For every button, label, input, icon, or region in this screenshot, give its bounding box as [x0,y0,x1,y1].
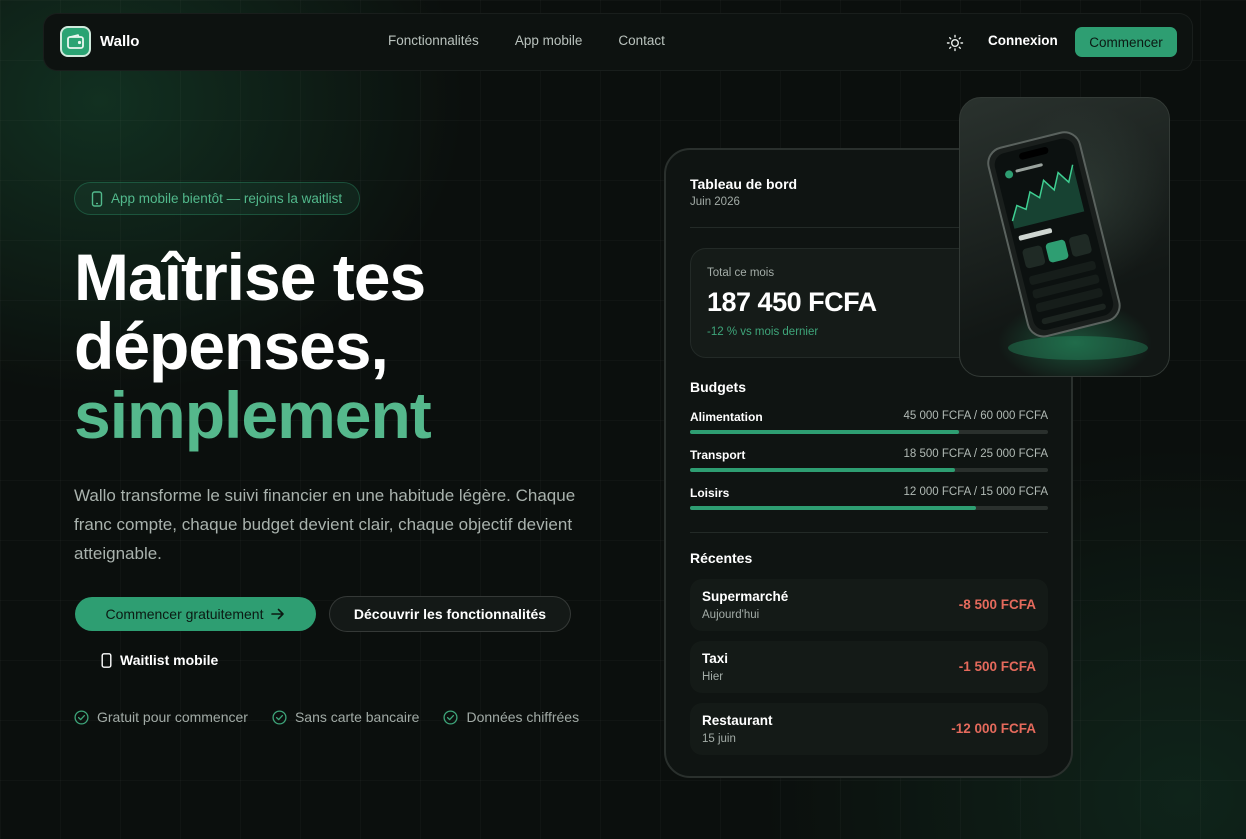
budget-row-loisirs: Loisirs 12 000 FCFA / 15 000 FCFA [690,486,1048,512]
divider [690,532,1048,533]
budget-progress-track [690,506,1048,510]
login-link[interactable]: Connexion [988,33,1058,48]
perk-item: Sans carte bancaire [272,709,420,725]
transaction-amount: -8 500 FCFA [958,597,1036,612]
budget-row-transport: Transport 18 500 FCFA / 25 000 FCFA [690,448,1048,474]
transaction-name: Taxi [702,651,729,666]
budget-amount: 18 500 FCFA / 25 000 FCFA [903,448,1048,460]
budget-label: Transport [690,448,746,462]
transaction-row[interactable]: Taxi Hier -1 500 FCFA [690,641,1048,693]
brand-name: Wallo [100,33,140,50]
nav-link-contact[interactable]: Contact [618,33,665,48]
start-free-button[interactable]: Commencer gratuitement [75,597,316,631]
transaction-amount: -12 000 FCFA [951,721,1036,736]
arrow-right-icon [271,608,285,620]
hero-lead: Wallo transforme le suivi financier en u… [74,486,576,563]
perks-list: Gratuit pour commencer Sans carte bancai… [74,709,579,725]
waitlist-mobile-link[interactable]: Waitlist mobile [101,652,218,668]
hero-headline: Maîtrise tes dépenses, simplement [74,240,432,452]
total-value: 187 450 FCFA [707,287,877,317]
perk-label: Sans carte bancaire [294,709,420,725]
nav-link-features[interactable]: Fonctionnalités [388,33,479,48]
transaction-date: 15 juin [702,733,736,745]
waitlist-mobile-label: Waitlist mobile [120,652,219,668]
pill-label: App mobile bientôt — rejoins la waitlist [111,191,343,206]
start-free-label: Commencer gratuitement [105,606,264,622]
wallet-icon [60,26,91,57]
perk-label: Gratuit pour commencer [97,709,248,725]
top-navbar: Wallo Fonctionnalités App mobile Contact… [43,13,1193,71]
headline-line-2: dépenses, [74,309,389,383]
phone-icon [101,652,112,668]
transaction-name: Restaurant [702,713,773,728]
brand-logo[interactable]: Wallo [60,26,139,57]
budget-progress-fill [690,506,977,510]
discover-features-button[interactable]: Découvrir les fonctionnalités [329,596,571,632]
perk-label: Données chiffrées [466,709,580,725]
sun-icon[interactable] [946,34,964,52]
budget-progress-fill [690,468,955,472]
recent-title: Récentes [690,550,753,566]
budget-progress-fill [690,430,959,434]
transaction-date: Hier [702,671,724,683]
transaction-row[interactable]: Supermarché Aujourd'hui -8 500 FCFA [690,579,1048,631]
nav-links: Fonctionnalités App mobile Contact [388,33,665,48]
check-circle-icon [272,709,287,725]
perk-item: Gratuit pour commencer [74,709,248,725]
perk-item: Données chiffrées [443,709,579,725]
budget-progress-track [690,430,1048,434]
transaction-date: Aujourd'hui [702,609,760,621]
headline-accent: simplement [74,378,432,452]
budget-label: Alimentation [690,410,763,424]
check-circle-icon [443,709,459,725]
budget-amount: 45 000 FCFA / 60 000 FCFA [903,410,1048,422]
transaction-amount: -1 500 FCFA [958,659,1036,674]
total-delta: -12 % vs mois dernier [707,326,819,338]
phone-mockup-image [959,97,1170,377]
waitlist-pill[interactable]: App mobile bientôt — rejoins la waitlist [74,182,361,215]
dashboard-title: Tableau de bord [690,176,798,192]
transaction-row[interactable]: Restaurant 15 juin -12 000 FCFA [690,703,1048,755]
headline-line-1: Maîtrise tes [74,240,426,314]
check-circle-icon [74,709,89,725]
budget-amount: 12 000 FCFA / 15 000 FCFA [903,486,1048,498]
total-label: Total ce mois [707,267,775,279]
transaction-name: Supermarché [702,589,789,604]
phone-icon [91,190,103,207]
budgets-title: Budgets [690,379,746,395]
nav-link-mobile-app[interactable]: App mobile [515,33,583,48]
budget-row-alimentation: Alimentation 45 000 FCFA / 60 000 FCFA [690,410,1048,436]
start-button[interactable]: Commencer [1075,27,1177,57]
budget-progress-track [690,468,1048,472]
dashboard-date: Juin 2026 [690,196,740,208]
budget-label: Loisirs [690,486,730,500]
